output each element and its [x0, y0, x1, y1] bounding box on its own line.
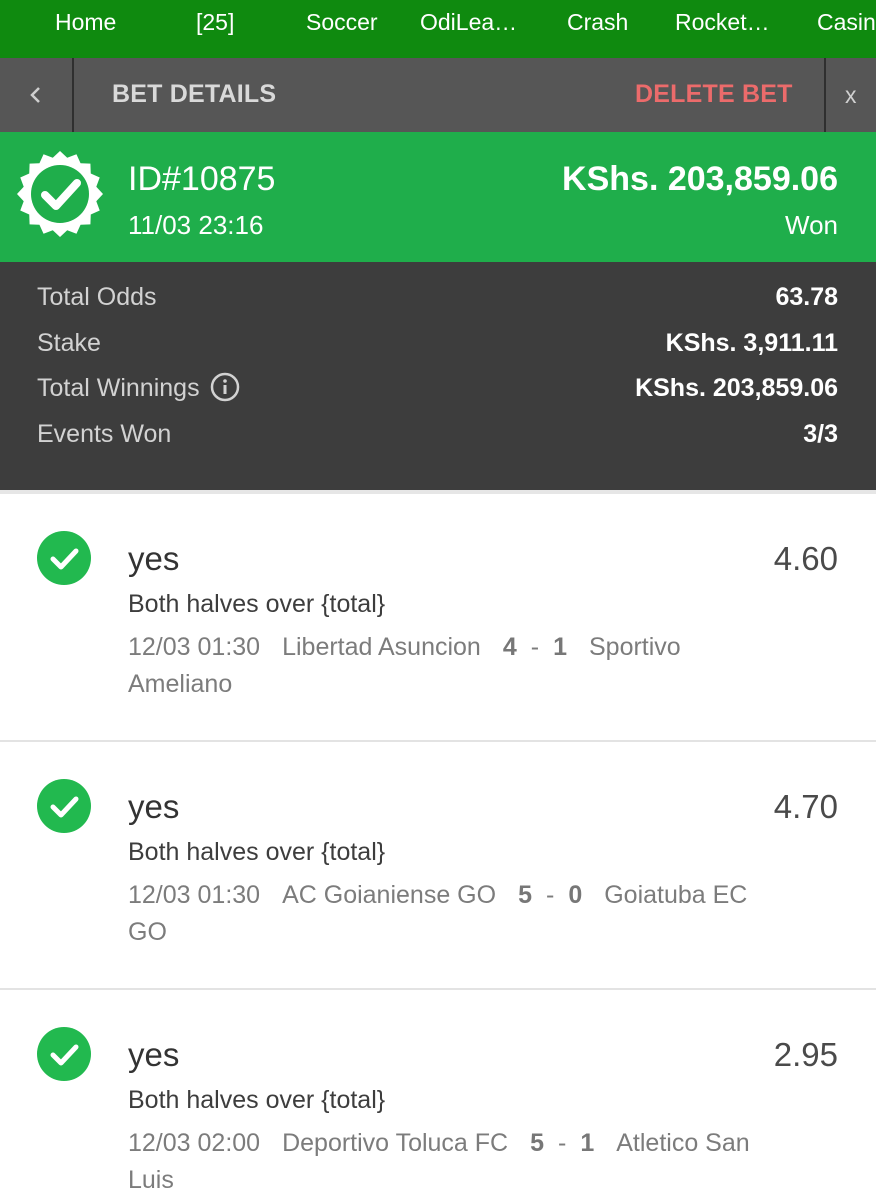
- check-circle-icon: [37, 531, 91, 585]
- events-won-label: Events Won: [37, 420, 172, 448]
- total-odds-label: Total Odds: [37, 283, 157, 311]
- event-home-team: Deportivo Toluca FC: [282, 1129, 509, 1157]
- total-winnings-label: Total Winnings: [37, 372, 240, 403]
- event-home-team: Libertad Asuncion: [282, 633, 481, 661]
- total-winnings-value: KShs. 203,859.06: [635, 374, 838, 402]
- close-button[interactable]: x: [824, 58, 876, 132]
- bet-id: ID#10875: [128, 160, 276, 198]
- event-pick: yes: [128, 788, 180, 825]
- delete-bet-button[interactable]: DELETE BET: [635, 80, 793, 109]
- bet-summary: Total Odds 63.78 Stake KShs. 3,911.11 To…: [0, 262, 876, 490]
- back-button[interactable]: [0, 58, 74, 132]
- summary-row-total-odds: Total Odds 63.78: [0, 283, 876, 323]
- event-away-score: 1: [580, 1129, 595, 1157]
- summary-row-total-winnings: Total Winnings KShs. 203,859.06: [0, 372, 876, 414]
- nav-item-rocket[interactable]: Rocket…: [675, 9, 770, 36]
- check-circle-icon: [37, 779, 91, 833]
- event-odds: 4.60: [773, 540, 838, 577]
- bet-status: Won: [785, 210, 838, 240]
- event-home-score: 5: [530, 1129, 545, 1157]
- event-away-score: 0: [568, 881, 583, 909]
- event-row[interactable]: yes 2.95 Both halves over {total} 12/03 …: [0, 990, 876, 1200]
- event-time: 12/03 02:00: [128, 1129, 261, 1157]
- event-row[interactable]: yes 4.60 Both halves over {total} 12/03 …: [0, 494, 876, 742]
- event-match-info: 12/03 02:00 Deportivo Toluca FC 5-1 Atletic…: [128, 1125, 768, 1199]
- event-pick: yes: [128, 1036, 180, 1073]
- bet-payout-amount: KShs. 203,859.06: [562, 160, 838, 198]
- close-icon: x: [845, 82, 857, 108]
- total-winnings-text: Total Winnings: [37, 374, 200, 402]
- event-row[interactable]: yes 4.70 Both halves over {total} 12/03 …: [0, 742, 876, 990]
- event-market: Both halves over {total}: [128, 1086, 386, 1114]
- event-home-score: 5: [518, 881, 532, 909]
- event-market: Both halves over {total}: [128, 838, 386, 866]
- event-away-score: 1: [553, 633, 567, 661]
- event-pick: yes: [128, 540, 180, 577]
- event-odds: 4.70: [773, 788, 838, 825]
- event-home-team: AC Goianiense GO: [282, 881, 497, 909]
- event-market: Both halves over {total}: [128, 590, 386, 618]
- score-separator: -: [545, 881, 555, 909]
- summary-row-events-won: Events Won 3/3: [0, 420, 876, 460]
- event-time: 12/03 01:30: [128, 881, 261, 909]
- nav-item-home[interactable]: Home: [55, 9, 116, 36]
- nav-item-soccer[interactable]: Soccer: [306, 9, 378, 36]
- bet-placed-time: 11/03 23:16: [128, 210, 264, 240]
- stake-value: KShs. 3,911.11: [665, 329, 838, 357]
- score-separator: -: [558, 1129, 567, 1157]
- info-icon[interactable]: [210, 372, 240, 402]
- event-home-score: 4: [502, 633, 517, 661]
- event-match-info: 12/03 01:30 Libertad Asuncion 4-1 Sportivo …: [128, 629, 768, 703]
- check-badge-icon: [17, 151, 103, 237]
- bet-details-header: BET DETAILS DELETE BET x: [0, 58, 876, 132]
- stake-label: Stake: [37, 329, 101, 357]
- nav-item-odileague[interactable]: OdiLea…: [420, 9, 517, 36]
- nav-item-crash[interactable]: Crash: [567, 9, 628, 36]
- events-won-value: 3/3: [803, 420, 838, 448]
- nav-item-casino[interactable]: Casin: [817, 9, 876, 36]
- page-title: BET DETAILS: [112, 80, 277, 108]
- bet-status-banner: ID#10875 11/03 23:16 KShs. 203,859.06 Wo…: [0, 132, 876, 262]
- event-match-info: 12/03 01:30 AC Goianiense GO 5-0 Goiatuba E…: [128, 877, 768, 951]
- event-time: 12/03 01:30: [128, 633, 261, 661]
- event-odds: 2.95: [773, 1036, 838, 1073]
- total-odds-value: 63.78: [775, 283, 838, 311]
- summary-row-stake: Stake KShs. 3,911.11: [0, 329, 876, 369]
- score-separator: -: [530, 633, 540, 661]
- nav-item-betslip-count[interactable]: [25]: [196, 9, 234, 36]
- top-nav: Home [25] Soccer OdiLea… Crash Rocket… C…: [0, 0, 876, 58]
- check-circle-icon: [37, 1027, 91, 1081]
- chevron-left-icon: [30, 87, 40, 103]
